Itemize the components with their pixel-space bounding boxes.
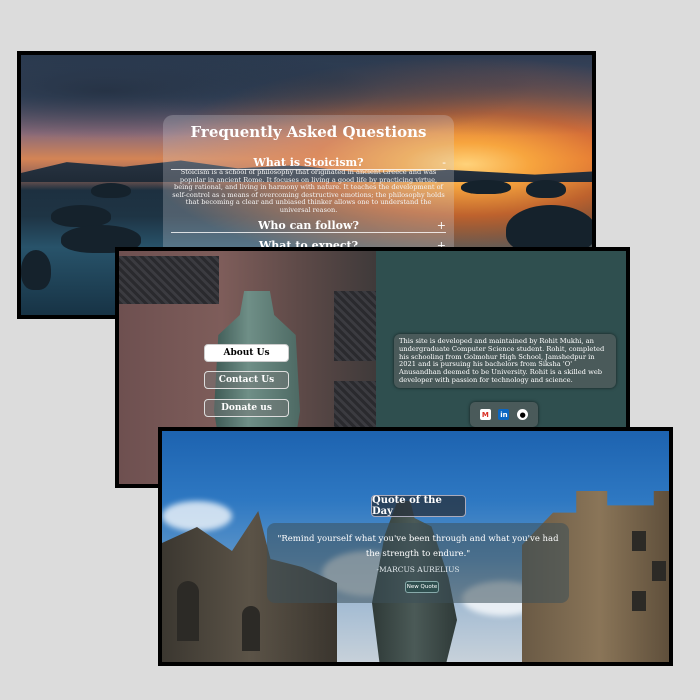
church-window [242,606,260,651]
donate-us-button[interactable]: Donate us [204,399,289,417]
about-bio-card: This site is developed and maintained by… [394,334,616,388]
tower-window [652,561,666,581]
about-bio-text: This site is developed and maintained by… [399,337,605,384]
rock [526,180,566,198]
collapse-icon[interactable]: - [442,156,446,169]
tower-window [632,531,646,551]
about-us-button[interactable]: About Us [204,344,289,362]
gmail-icon[interactable]: M [479,409,491,420]
rock [91,183,131,198]
quote-card: "Remind yourself what you've been throug… [267,523,569,603]
faq-question: Who can follow? [258,219,359,232]
quote-of-the-day-heading: Quote of the Day [371,495,466,517]
rock [21,250,51,290]
contact-us-button[interactable]: Contact Us [204,371,289,389]
github-icon[interactable]: ● [517,409,529,420]
linkedin-icon[interactable]: in [498,409,510,420]
faq-title: Frequently Asked Questions [190,123,427,141]
rock [51,205,111,227]
tower-window [632,591,646,611]
faq-answer: Stoicism is a school of philosophy that … [172,168,445,214]
building-window [334,291,376,361]
cloud [162,501,232,531]
quote-text: "Remind yourself what you've been throug… [277,534,559,559]
building-window [119,256,219,304]
faq-item-who-can-follow[interactable]: Who can follow? + [171,219,446,233]
new-quote-button[interactable]: New Quote [405,581,439,593]
social-links: M in ● [470,402,538,427]
expand-icon[interactable]: + [437,219,446,232]
church-window [177,581,199,641]
quote-screenshot: Quote of the Day "Remind yourself what y… [158,427,673,666]
quote-author: -MARCUS AURELIUS [376,565,460,574]
rock [461,180,511,194]
